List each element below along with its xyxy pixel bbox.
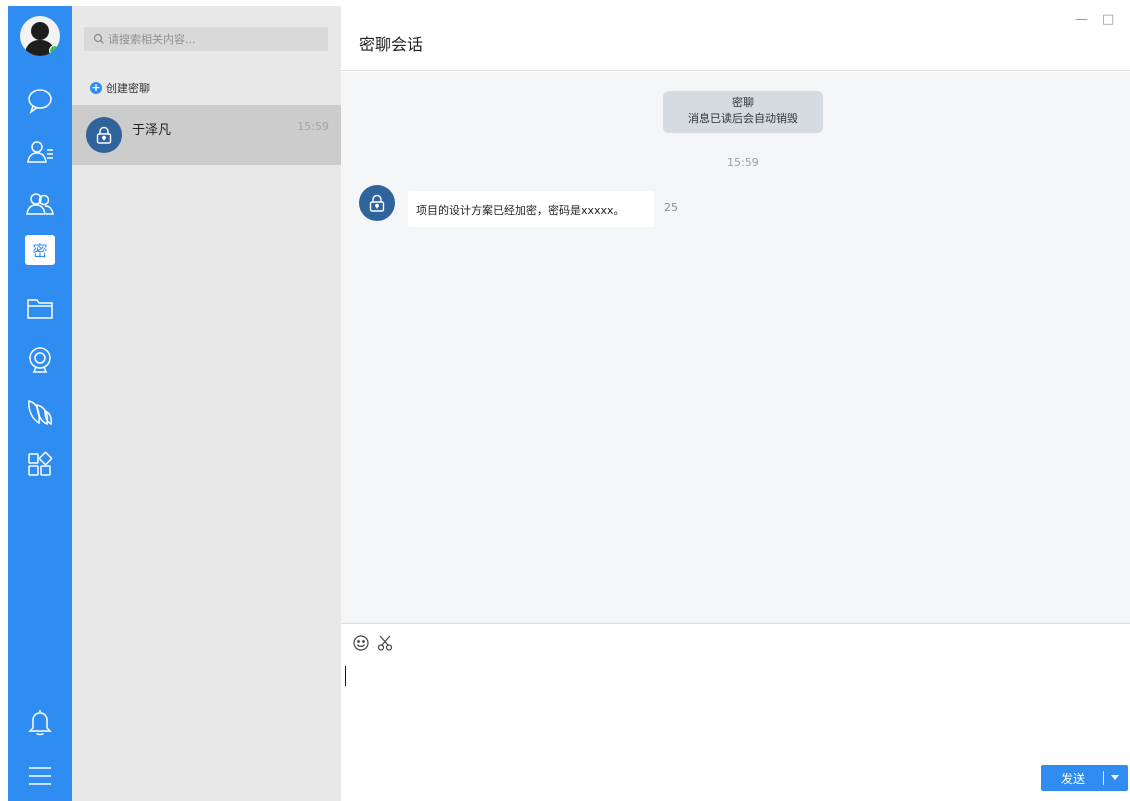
rail-item-secret-chat[interactable]: 密 xyxy=(25,235,55,265)
sender-avatar[interactable] xyxy=(359,185,395,221)
chat-header: 密聊会话 — □ xyxy=(341,6,1130,71)
chat-title: 密聊会话 xyxy=(359,35,424,54)
bell-icon xyxy=(28,710,52,736)
create-secret-chat-button[interactable]: + 创建密聊 xyxy=(90,80,150,96)
notice-title: 密聊 xyxy=(732,96,754,109)
message-composer: 发送 xyxy=(341,623,1130,801)
rail-item-notifications[interactable] xyxy=(8,702,72,742)
secret-chat-notice: 密聊 消息已读后会自动销毁 xyxy=(663,91,823,133)
rail-item-groups[interactable] xyxy=(8,184,72,224)
conversation-list-panel: 请搜索相关内容... + 创建密聊 于泽凡 15:59 xyxy=(72,6,341,801)
send-label: 发送 xyxy=(1061,772,1086,786)
nav-rail: 密 xyxy=(8,6,72,801)
conversation-name: 于泽凡 xyxy=(132,123,172,138)
chat-bubble-icon xyxy=(28,89,52,115)
apps-icon xyxy=(28,451,53,476)
search-icon xyxy=(93,33,104,44)
send-options-dropdown-icon[interactable] xyxy=(1111,775,1119,780)
send-button[interactable]: 发送 xyxy=(1041,765,1128,791)
rail-item-chats[interactable] xyxy=(8,80,72,120)
rail-item-menu[interactable] xyxy=(8,756,72,796)
chat-panel: 密聊会话 — □ 密聊 消息已读后会自动销毁 15:59 项目的设计方案已经加密… xyxy=(341,6,1130,801)
screenshot-button[interactable] xyxy=(375,633,395,653)
message-input[interactable] xyxy=(347,662,1117,762)
rail-item-meeting[interactable] xyxy=(8,340,72,380)
online-status-dot xyxy=(49,45,60,56)
rail-item-leaf[interactable] xyxy=(8,392,72,432)
user-avatar[interactable] xyxy=(20,16,60,56)
search-box[interactable]: 请搜索相关内容... xyxy=(84,27,328,51)
send-separator xyxy=(1103,771,1104,785)
text-caret xyxy=(345,666,346,686)
rail-item-apps[interactable] xyxy=(8,444,72,484)
create-secret-chat-label: 创建密聊 xyxy=(106,82,150,95)
conversation-avatar xyxy=(86,117,122,153)
scissors-icon xyxy=(377,635,393,651)
conversation-item[interactable]: 于泽凡 15:59 xyxy=(72,105,341,165)
plus-icon: + xyxy=(90,81,102,94)
message-timestamp: 15:59 xyxy=(727,156,759,169)
menu-icon xyxy=(29,767,51,785)
maximize-button[interactable]: □ xyxy=(1102,12,1114,27)
group-icon xyxy=(26,193,54,215)
emoji-button[interactable] xyxy=(351,633,371,653)
rail-item-contacts[interactable] xyxy=(8,132,72,172)
search-placeholder: 请搜索相关内容... xyxy=(108,33,196,46)
webcam-icon xyxy=(29,347,51,373)
burn-countdown: 25 xyxy=(664,201,678,214)
folder-icon xyxy=(27,299,53,319)
minimize-button[interactable]: — xyxy=(1075,12,1088,27)
message-bubble[interactable]: 项目的设计方案已经加密，密码是xxxxx。 xyxy=(408,191,654,227)
conversation-time: 15:59 xyxy=(297,120,329,133)
message-list: 密聊 消息已读后会自动销毁 15:59 项目的设计方案已经加密，密码是xxxxx… xyxy=(341,72,1130,623)
emoji-icon xyxy=(353,635,369,651)
lock-icon xyxy=(96,126,112,144)
contacts-icon xyxy=(27,141,53,163)
lock-icon xyxy=(369,194,385,212)
notice-text: 消息已读后会自动销毁 xyxy=(688,112,798,125)
leaf-icon xyxy=(28,400,52,426)
rail-item-files[interactable] xyxy=(8,288,72,328)
